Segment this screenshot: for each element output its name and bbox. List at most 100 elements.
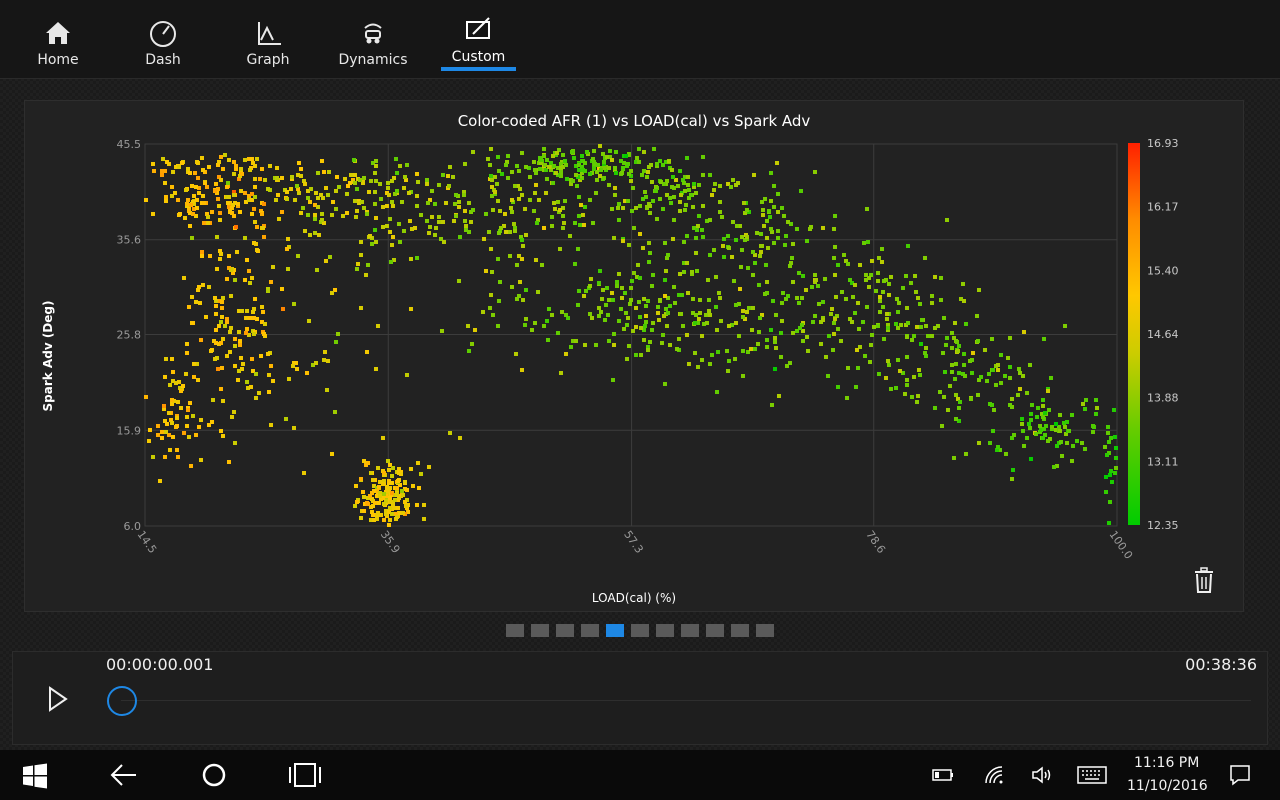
page-dot[interactable]: [606, 624, 624, 637]
data-point: [322, 170, 326, 174]
back-arrow-icon[interactable]: [110, 762, 138, 788]
volume-icon[interactable]: [1031, 765, 1055, 785]
clock-time[interactable]: 11:16 PM: [1134, 755, 1199, 771]
page-dot[interactable]: [556, 624, 574, 637]
data-point: [193, 171, 197, 175]
data-point: [634, 353, 638, 357]
data-point: [603, 318, 607, 322]
data-point: [244, 316, 248, 320]
data-point: [675, 347, 679, 351]
data-point: [598, 269, 602, 273]
data-point: [221, 399, 225, 403]
page-dot[interactable]: [731, 624, 749, 637]
seek-handle[interactable]: [107, 686, 137, 716]
data-point: [162, 404, 166, 408]
page-dot[interactable]: [656, 624, 674, 637]
play-icon[interactable]: [47, 686, 69, 712]
task-view-icon[interactable]: [288, 762, 322, 788]
data-point: [254, 396, 258, 400]
data-point: [245, 380, 249, 384]
wifi-icon[interactable]: [984, 765, 1004, 785]
data-point: [941, 351, 945, 355]
seek-track[interactable]: [121, 700, 1251, 701]
data-point: [721, 244, 725, 248]
data-point: [1042, 337, 1046, 341]
data-point: [762, 224, 766, 228]
data-point: [1035, 415, 1039, 419]
data-point: [164, 195, 168, 199]
data-point: [695, 269, 699, 273]
nav-custom[interactable]: Custom: [441, 0, 516, 78]
data-point: [948, 384, 952, 388]
page-dot[interactable]: [631, 624, 649, 637]
data-point: [1041, 415, 1045, 419]
data-point: [488, 163, 492, 167]
data-point: [377, 501, 381, 505]
page-dot[interactable]: [506, 624, 524, 637]
data-point: [639, 353, 643, 357]
data-point: [887, 363, 891, 367]
page-dot[interactable]: [681, 624, 699, 637]
data-point: [1022, 444, 1026, 448]
data-point: [727, 324, 731, 328]
data-point: [215, 235, 219, 239]
data-point: [216, 197, 220, 201]
keyboard-icon[interactable]: [1077, 766, 1107, 784]
data-point: [1021, 429, 1025, 433]
data-point: [248, 168, 252, 172]
page-dot[interactable]: [581, 624, 599, 637]
page-dot[interactable]: [756, 624, 774, 637]
data-point: [950, 370, 954, 374]
windows-start-icon[interactable]: [22, 763, 48, 789]
page-dot[interactable]: [531, 624, 549, 637]
data-point: [301, 206, 305, 210]
data-point: [1108, 500, 1112, 504]
data-point: [374, 179, 378, 183]
page-dot[interactable]: [706, 624, 724, 637]
nav-home-label: Home: [37, 52, 79, 68]
data-point: [365, 350, 369, 354]
data-point: [374, 216, 378, 220]
search-circle-icon[interactable]: [201, 762, 227, 788]
clock-date[interactable]: 11/10/2016: [1127, 778, 1208, 794]
data-point: [810, 285, 814, 289]
battery-icon[interactable]: [932, 767, 954, 783]
data-point: [1046, 439, 1050, 443]
nav-graph[interactable]: Graph: [223, 0, 313, 78]
data-point: [523, 323, 527, 327]
data-point: [334, 340, 338, 344]
data-point: [732, 279, 736, 283]
data-point: [809, 225, 813, 229]
nav-dash[interactable]: Dash: [118, 0, 208, 78]
data-point: [1028, 363, 1032, 367]
data-point: [592, 160, 596, 164]
data-point: [336, 332, 340, 336]
data-point: [673, 301, 677, 305]
data-point: [992, 408, 996, 412]
nav-home[interactable]: Home: [13, 0, 103, 78]
delete-trash-icon[interactable]: [1192, 566, 1216, 594]
data-point: [776, 192, 780, 196]
data-point: [213, 357, 217, 361]
nav-dynamics[interactable]: Dynamics: [328, 0, 418, 78]
data-point: [722, 255, 726, 259]
data-point: [173, 191, 177, 195]
data-point: [617, 319, 621, 323]
data-point: [490, 270, 494, 274]
data-point: [147, 439, 151, 443]
data-point: [219, 320, 223, 324]
data-point: [275, 176, 279, 180]
data-point: [1084, 398, 1088, 402]
notifications-icon[interactable]: [1229, 764, 1251, 786]
data-point: [583, 205, 587, 209]
data-point: [223, 324, 227, 328]
data-point: [378, 480, 382, 484]
data-point: [731, 220, 735, 224]
data-point: [635, 156, 639, 160]
data-point: [826, 374, 830, 378]
data-point: [658, 298, 662, 302]
data-point: [638, 204, 642, 208]
data-point: [185, 424, 189, 428]
data-point: [878, 299, 882, 303]
data-point: [493, 175, 497, 179]
